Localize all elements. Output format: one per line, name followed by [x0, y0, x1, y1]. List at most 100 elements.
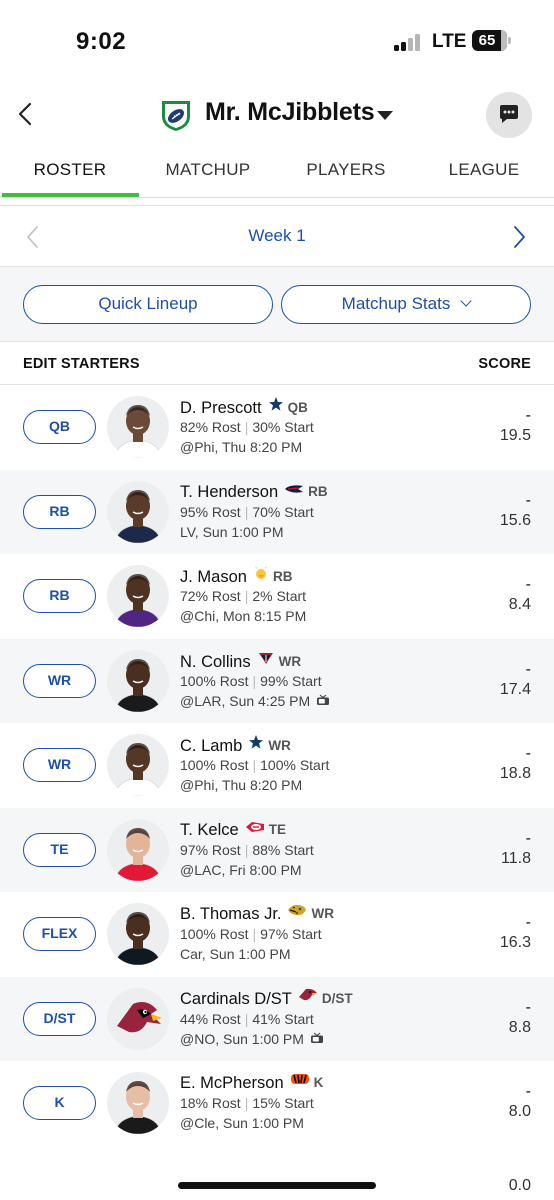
started-pct: 88% Start	[252, 841, 314, 858]
projected-score: 18.8	[499, 765, 531, 782]
jaguars-icon	[287, 903, 307, 922]
projected-score: 16.3	[499, 934, 531, 951]
projected-score-placeholder: -	[525, 829, 531, 847]
game-time: @LAC, Fri 8:00 PM	[180, 861, 302, 878]
player-ownership: 97% Rost | 88% Start	[180, 842, 314, 858]
chat-bubble-icon	[500, 105, 518, 123]
caret-down-icon[interactable]	[377, 111, 393, 120]
team-name-dropdown[interactable]: Mr. McJibblets	[205, 98, 375, 127]
started-pct: 100% Start	[260, 757, 330, 773]
status-time: 9:02	[76, 28, 127, 55]
player-name-link[interactable]: Cardinals D/ST D/ST	[180, 988, 353, 1009]
player-position: TE	[268, 821, 286, 837]
player-name-link[interactable]: J. Mason RB	[180, 566, 292, 588]
game-time: Car, Sun 1:00 PM	[180, 946, 291, 962]
lineup-slot-button[interactable]: TE	[23, 832, 96, 867]
projected-score-placeholder: -	[525, 576, 531, 593]
player-name: Cardinals D/ST	[180, 989, 292, 1008]
chevron-left-icon	[18, 102, 32, 126]
tab-matchup[interactable]: MATCHUP	[139, 146, 277, 198]
chevron-right-icon	[514, 226, 525, 248]
rostered-pct: 44% Rost	[180, 1010, 241, 1027]
lineup-slot-button[interactable]: D/ST	[23, 1001, 96, 1036]
tab-league[interactable]: LEAGUE	[415, 146, 553, 198]
chevron-down-icon	[460, 295, 472, 307]
projected-score-placeholder: -	[525, 491, 531, 509]
cowboys-star-icon	[248, 734, 264, 755]
tab-bar: ROSTER MATCHUP PLAYERS LEAGUE	[0, 146, 554, 198]
player-name-link[interactable]: D. Prescott QB	[180, 397, 308, 419]
roster-row: K E. McPherson K 18% Rost | 15% Start @Cle, Su…	[0, 1061, 554, 1146]
lineup-slot-button[interactable]: RB	[23, 579, 96, 613]
player-ownership: 18% Rost | 15% Start	[180, 1095, 314, 1111]
player-name-link[interactable]: C. Lamb WR	[180, 734, 291, 757]
cardinals-logo-icon	[107, 987, 169, 1050]
cellular-signal-icon	[394, 33, 422, 51]
player-name-link[interactable]: N. Collins WR	[180, 652, 301, 673]
player-ownership: 44% Rost | 41% Start	[180, 1011, 314, 1027]
tv-broadcast-icon	[316, 693, 330, 709]
matchup-stats-label: Matchup Stats	[341, 294, 451, 313]
player-headshot	[107, 1072, 169, 1134]
roster-row: D/ST Cardinals D/ST D/ST 44% Rost | 41% Start…	[0, 976, 554, 1061]
player-position: RB	[308, 483, 328, 499]
started-pct: 15% Start	[252, 1095, 314, 1111]
active-tab-indicator	[2, 193, 139, 197]
matchup-stats-button[interactable]: Matchup Stats	[281, 285, 531, 324]
player-name: T. Kelce	[180, 820, 239, 839]
lineup-slot-button[interactable]: WR	[23, 748, 96, 782]
divider: |	[252, 672, 257, 689]
rostered-pct: 97% Rost	[180, 841, 241, 858]
week-label[interactable]: Week 1	[0, 226, 554, 246]
game-info: @Chi, Mon 8:15 PM	[180, 608, 306, 624]
player-name: N. Collins	[180, 652, 251, 671]
score-column-label: SCORE	[478, 356, 531, 372]
projected-score: 8.0	[508, 1103, 531, 1120]
team-logo-icon	[160, 98, 192, 132]
player-ownership: 100% Rost | 97% Start	[180, 926, 322, 942]
game-info: @Phi, Thu 8:20 PM	[180, 777, 302, 793]
battery-level: 65	[478, 32, 496, 49]
tab-roster[interactable]: ROSTER	[1, 146, 139, 198]
lineup-slot-button[interactable]: QB	[23, 410, 96, 444]
week-selector: Week 1	[0, 205, 554, 267]
rostered-pct: 100% Rost	[180, 757, 249, 773]
player-headshot	[107, 649, 169, 712]
game-info: @NO, Sun 1:00 PM	[180, 1031, 324, 1048]
player-headshot	[107, 734, 169, 796]
game-time: @Phi, Thu 8:20 PM	[180, 439, 303, 455]
player-name-link[interactable]: B. Thomas Jr. WR	[180, 903, 334, 924]
tv-broadcast-icon	[310, 1031, 324, 1047]
tab-players[interactable]: PLAYERS	[277, 146, 415, 198]
divider: |	[244, 1010, 249, 1027]
status-bar: 9:02 LTE 65	[0, 0, 554, 82]
starters-header: EDIT STARTERS SCORE	[0, 343, 554, 385]
game-time: @Cle, Sun 1:00 PM	[180, 1115, 304, 1131]
player-name: B. Thomas Jr.	[180, 905, 282, 923]
back-button[interactable]	[14, 98, 38, 130]
bench-score: 0.0	[508, 1177, 531, 1194]
player-name: J. Mason	[180, 567, 247, 586]
player-position: WR	[311, 906, 334, 922]
lineup-slot-button[interactable]: FLEX	[23, 917, 96, 951]
divider: |	[244, 419, 249, 435]
projected-score: 19.5	[499, 427, 531, 444]
next-week-button[interactable]	[510, 224, 528, 255]
roster-row: RB T. Henderson RB 95% Rost | 70% Start LV, Su…	[0, 469, 554, 554]
cardinals-icon	[298, 988, 318, 1007]
divider: |	[244, 1095, 249, 1111]
lineup-slot-button[interactable]: WR	[23, 663, 96, 698]
quick-lineup-button[interactable]: Quick Lineup	[23, 285, 273, 324]
home-indicator	[178, 1182, 376, 1189]
chat-button[interactable]	[486, 92, 532, 138]
patriots-icon	[284, 481, 304, 500]
lineup-slot-button[interactable]: K	[23, 1086, 96, 1120]
player-position: K	[313, 1075, 324, 1091]
player-name-link[interactable]: E. McPherson K	[180, 1074, 323, 1093]
player-name-link[interactable]: T. Henderson RB	[180, 483, 328, 502]
player-name-link[interactable]: T. Kelce TE	[180, 821, 286, 840]
projected-score: 8.4	[508, 596, 531, 613]
lineup-slot-button[interactable]: RB	[23, 494, 96, 529]
battery-cap	[508, 37, 511, 44]
divider: |	[244, 588, 249, 604]
